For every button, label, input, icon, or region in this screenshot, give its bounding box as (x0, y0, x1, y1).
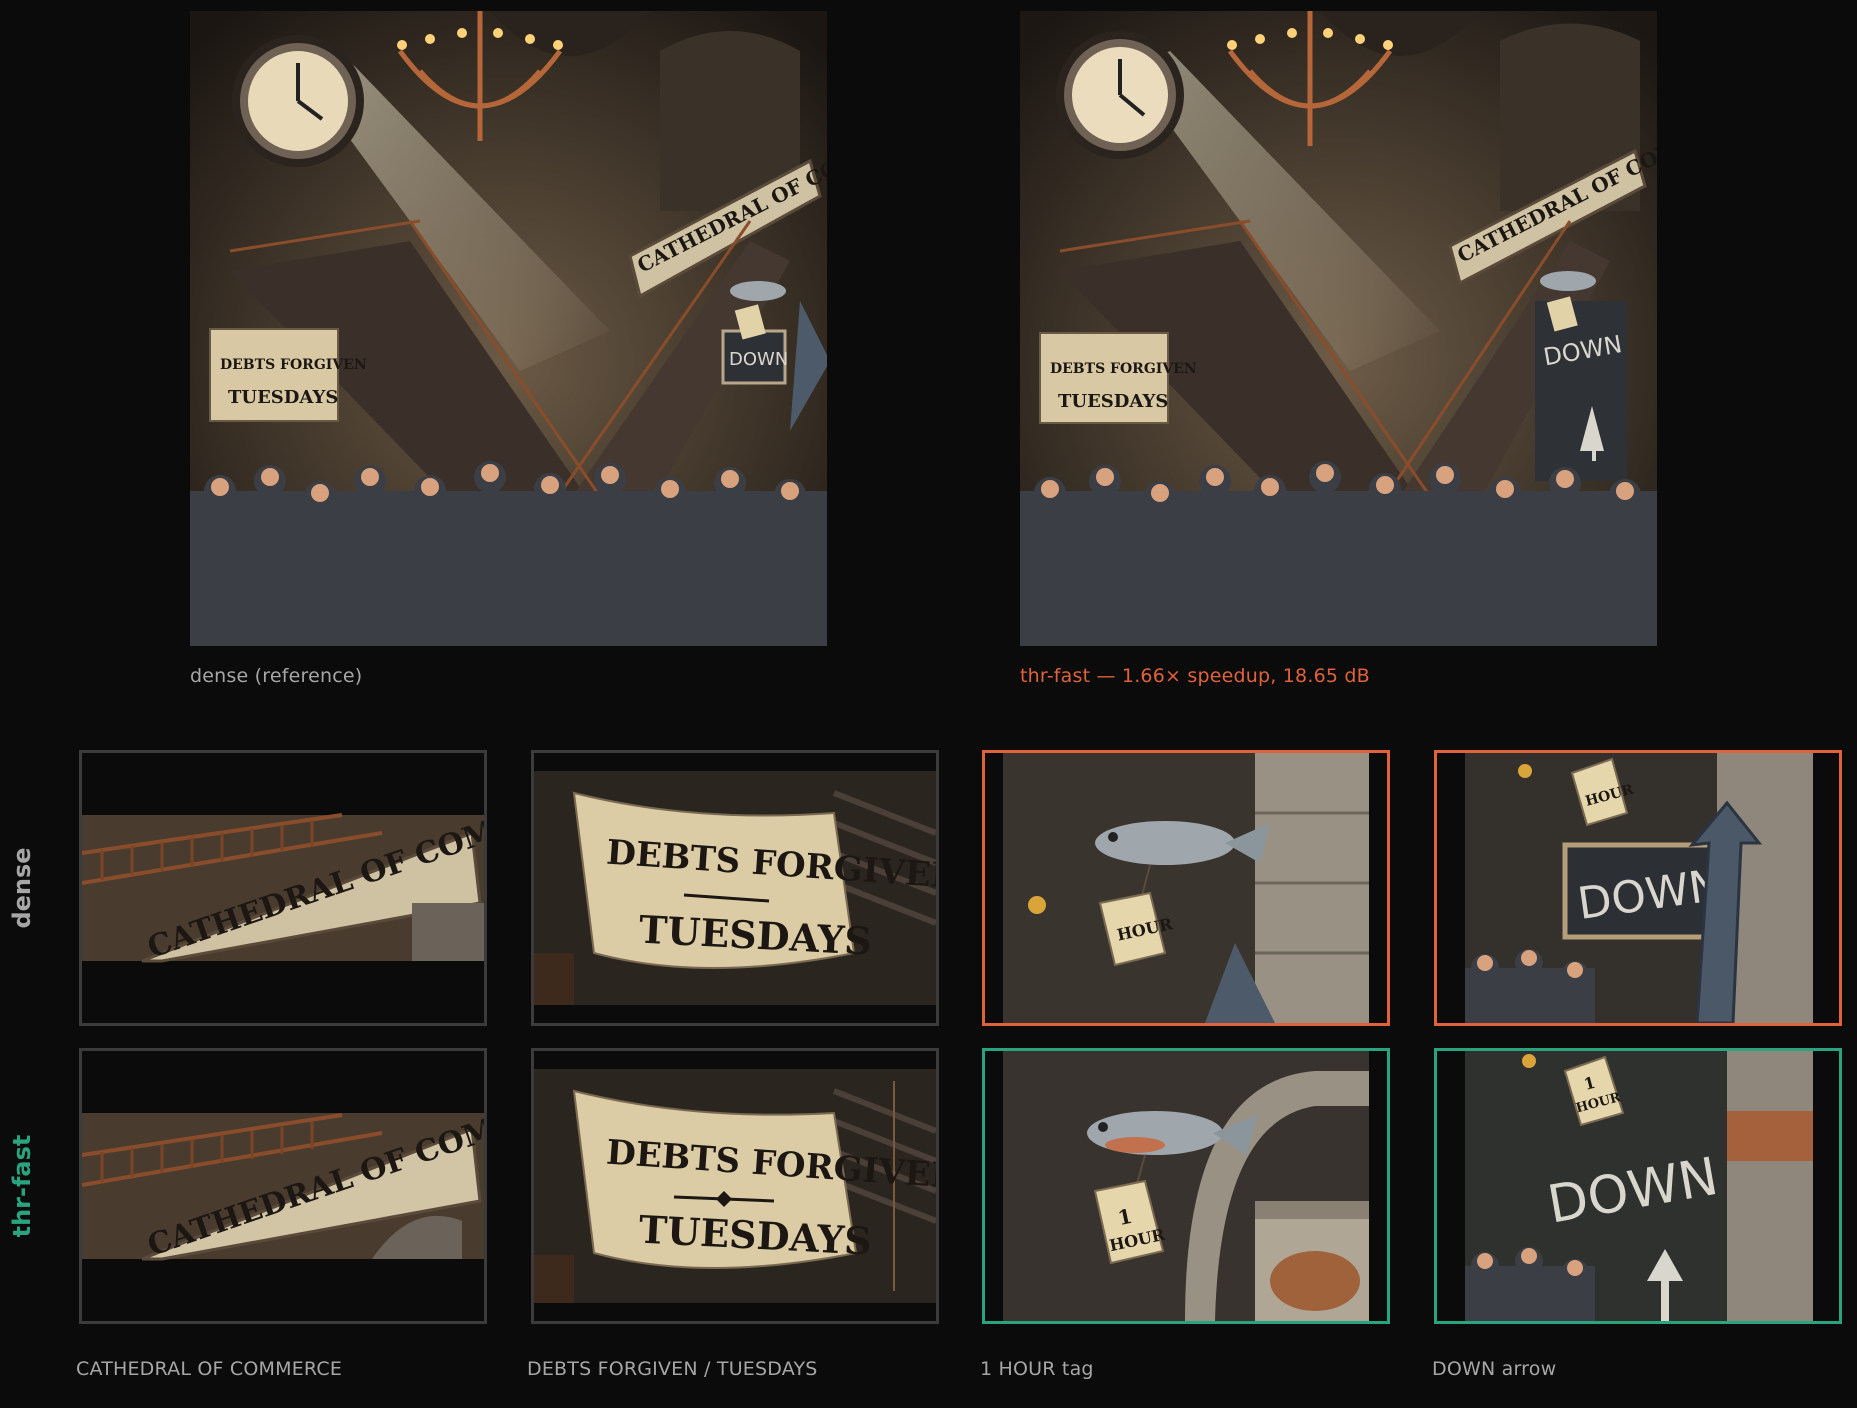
column-caption-cathedral: CATHEDRAL OF COMMERCE (76, 1358, 343, 1380)
thr-fast-caption: thr-fast — 1.66× speedup, 18.65 dB (1020, 665, 1370, 687)
svg-text:DEBTS FORGIVEN: DEBTS FORGIVEN (220, 357, 367, 373)
column-caption-debts: DEBTS FORGIVEN / TUESDAYS (527, 1358, 818, 1380)
crop-thr-hour-tag: 1 HOUR (982, 1048, 1390, 1324)
fish (1095, 821, 1235, 865)
column-caption-down-arrow: DOWN arrow (1432, 1358, 1557, 1380)
crop-thr-down-arrow: DOWN 1 HOUR (1434, 1048, 1842, 1324)
svg-text:TUESDAYS: TUESDAYS (228, 387, 338, 408)
svg-text:DEBTS FORGIVEN: DEBTS FORGIVEN (1050, 361, 1197, 377)
crop-thr-cathedral: CATHEDRAL OF COMMERCE (79, 1048, 487, 1324)
svg-text:TUESDAYS: TUESDAYS (1058, 391, 1168, 412)
down-board (1535, 301, 1627, 481)
svg-text:DOWN: DOWN (729, 349, 788, 370)
dense-caption: dense (reference) (190, 665, 363, 687)
dense-reference-image: CATHEDRAL OF COMMERCE DEBTS FORGIVEN TUE… (190, 11, 827, 646)
crop-dense-debts: DEBTS FORGIVEN TUESDAYS (531, 750, 939, 1026)
thr-fast-image: CATHEDRAL OF COMMERCE DEBTS FORGIVEN TUE… (1020, 11, 1657, 646)
fish (730, 281, 786, 301)
crop-dense-hour-tag: HOUR (982, 750, 1390, 1026)
crop-dense-down-arrow: DOWN HOUR (1434, 750, 1842, 1026)
column-caption-hour-tag: 1 HOUR tag (980, 1358, 1094, 1380)
crop-thr-debts: DEBTS FORGIVEN TUESDAYS (531, 1048, 939, 1324)
crop-dense-cathedral: CATHEDRAL OF COMMERCE (79, 750, 487, 1026)
fish (1540, 271, 1596, 291)
